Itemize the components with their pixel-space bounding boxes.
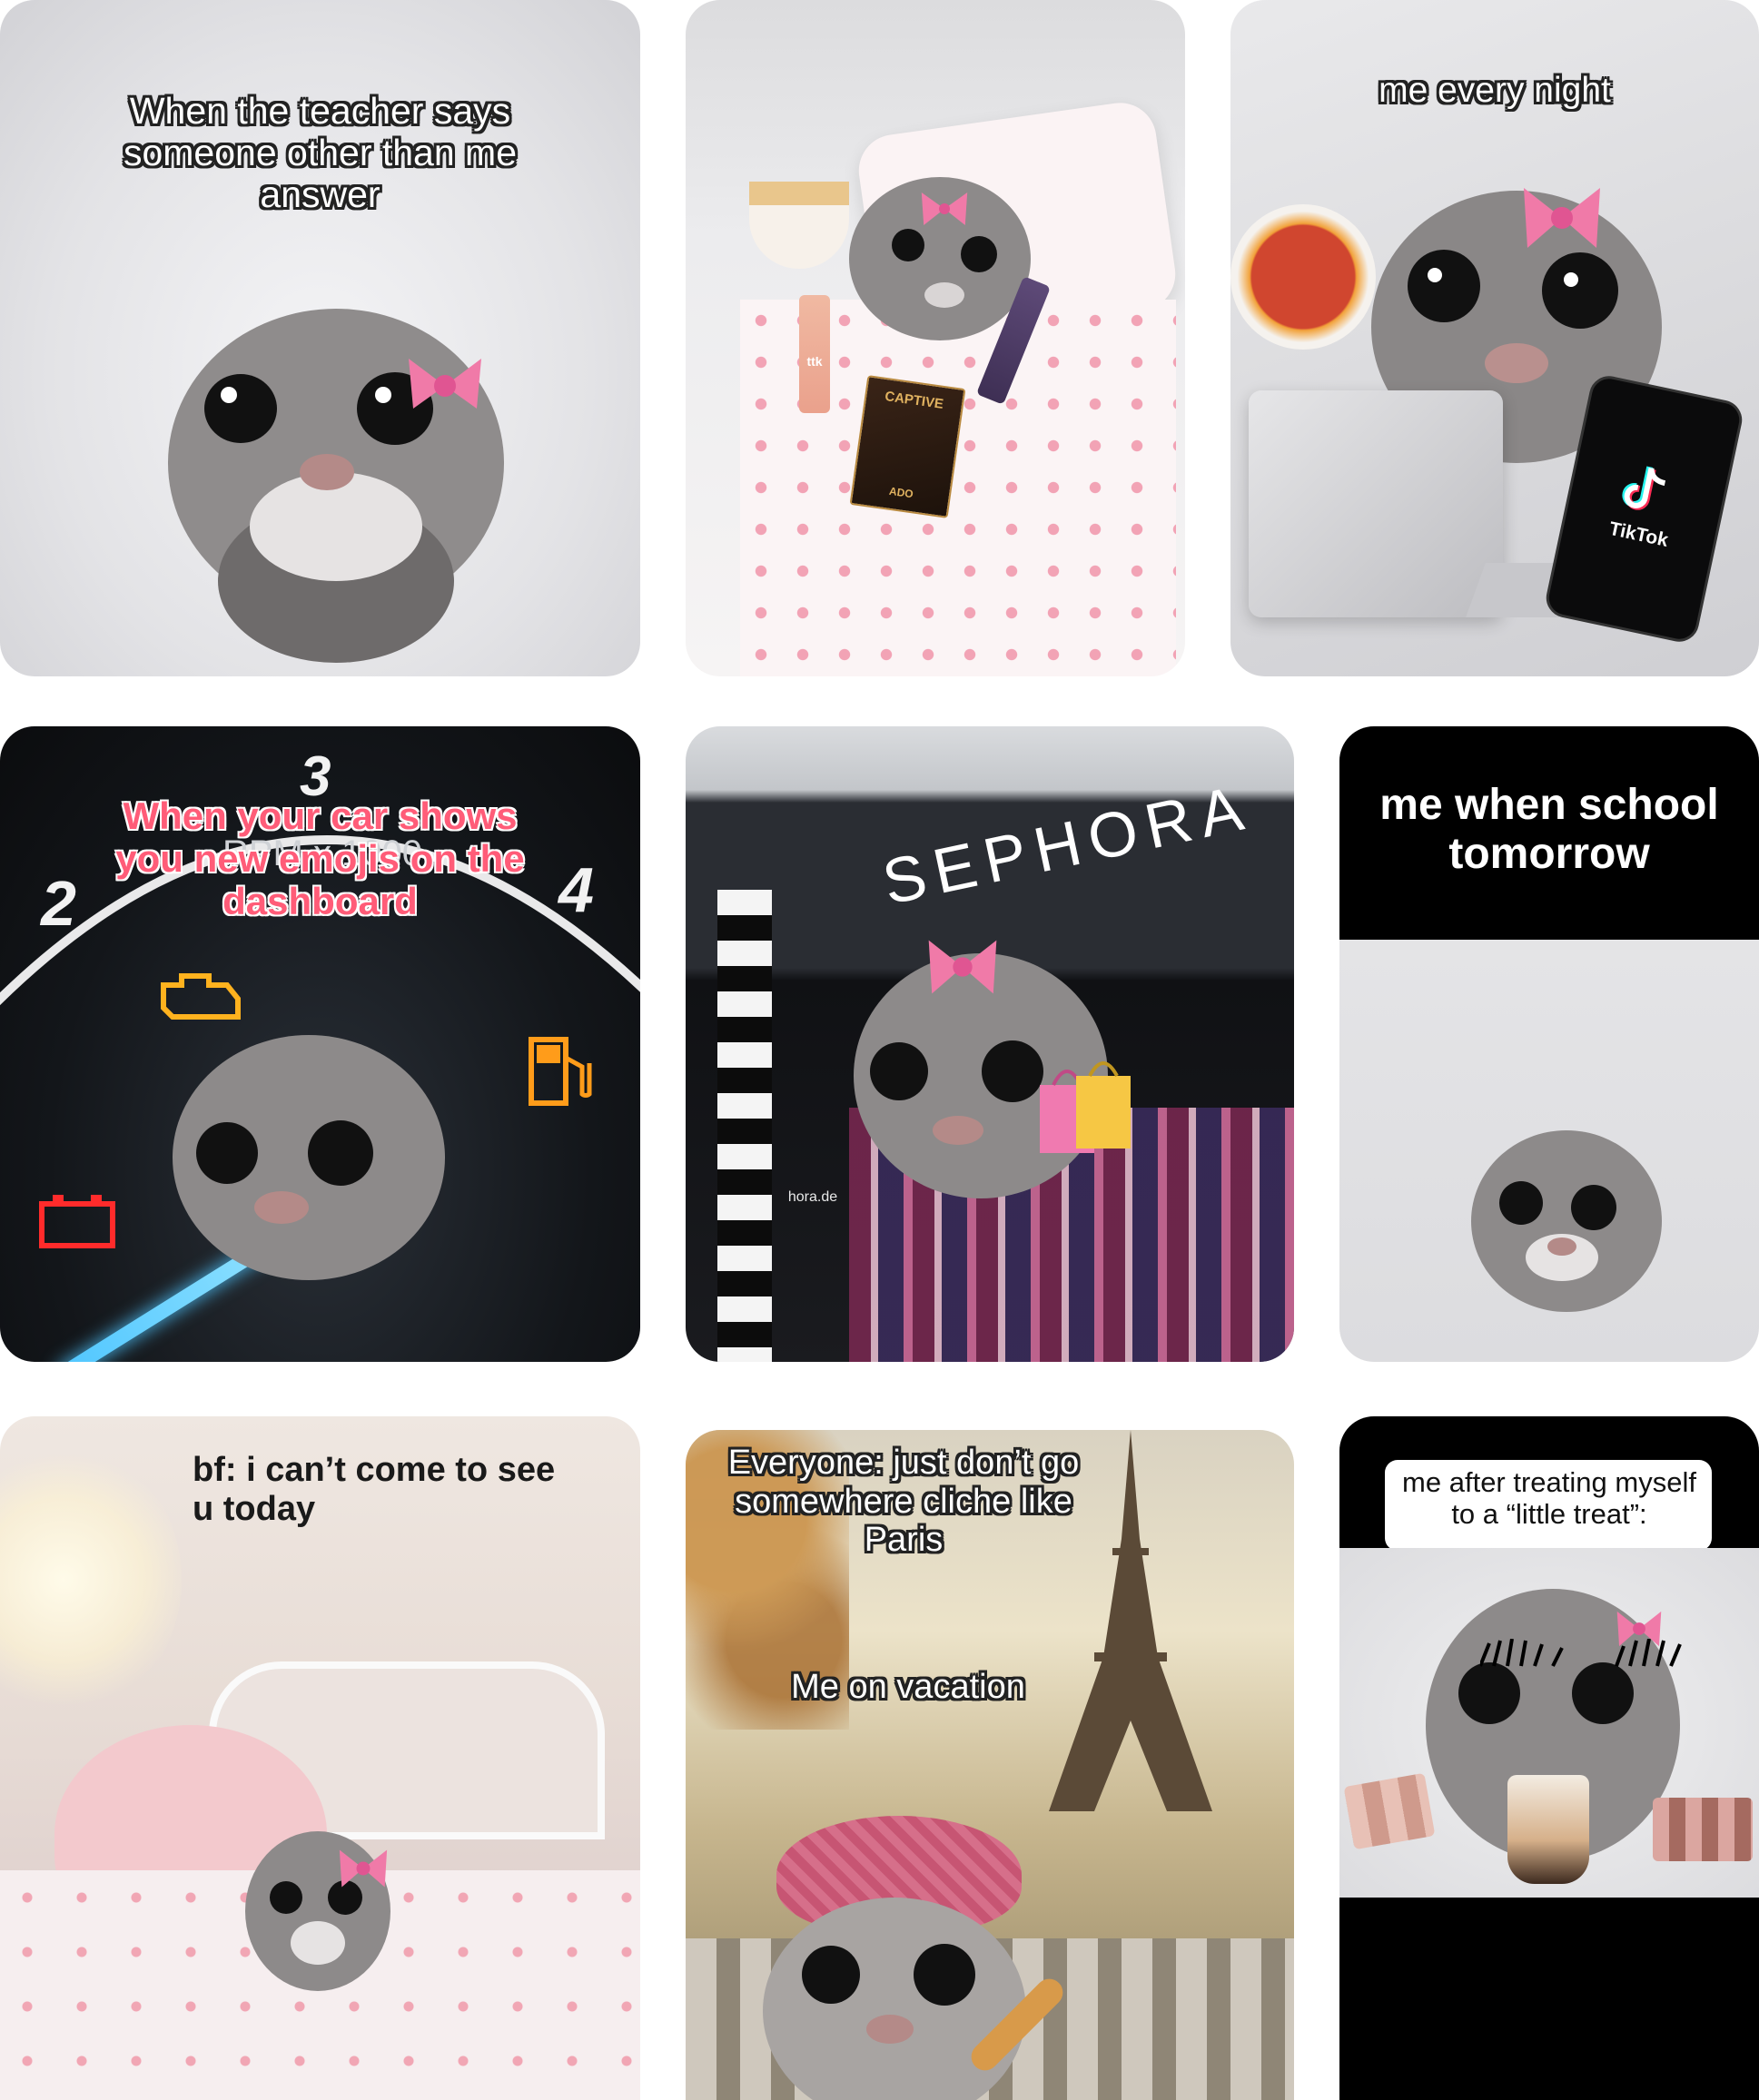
card-caption-top: Everyone: just don’t go somewhere cliche… [727,1444,1080,1560]
battery-icon [39,1195,115,1248]
fuel-icon [529,1037,592,1106]
book-cover: CAPTIVE ADO [849,375,966,518]
card-caption: me after treating myself to a “little tr… [1402,1466,1696,1530]
pasta-plate [1230,204,1376,350]
tiktok-logo-text: TikTok [1606,518,1671,551]
brand-label: ttk [806,354,823,369]
laptop-icon [1249,390,1503,617]
meme-card-bed[interactable]: ttk CAPTIVE ADO [686,0,1185,676]
hamster-image [173,1035,445,1280]
meme-card-every-night[interactable]: me every night TikTok [1230,0,1759,676]
card-caption: me when school tomorrow [1379,781,1719,878]
meme-card-school[interactable]: me when school tomorrow [1339,726,1759,1362]
tiktok-icon [1622,466,1666,510]
store-sign: SEPHORA [876,770,1258,919]
book-sub: ADO [888,484,914,501]
book-title: CAPTIVE [884,389,945,412]
meme-card-car[interactable]: 2 3 4 RPM x 1000 When your car shows you… [0,726,640,1362]
meme-card-bf[interactable]: bf: i can’t come to see u today [0,1416,640,2100]
card-caption: When your car shows you new emojis on th… [115,794,525,923]
popcorn-bowl [749,182,849,269]
pink-bow-icon [1616,1611,1662,1647]
pink-bow-icon [928,940,997,994]
pink-bow-icon [339,1849,388,1888]
meme-card-teacher[interactable]: When the teacher says someone other than… [0,0,640,676]
store-small-text: hora.de [787,1189,838,1205]
makeup-palette-right [1653,1798,1753,1861]
engine-warning-icon [161,973,241,1020]
pink-bow-icon [409,359,481,409]
card-caption: me every night [1379,71,1611,110]
meme-card-sephora[interactable]: SEPHORA hora.de [686,726,1294,1362]
stripe-column [717,890,772,1362]
meme-card-paris[interactable]: Everyone: just don’t go somewhere cliche… [686,1430,1294,2100]
shopping-bags-icon [1040,1061,1131,1153]
pink-bow-icon [1524,188,1600,248]
card-caption: When the teacher says someone other than… [123,90,518,215]
hamster-image [1471,1130,1662,1312]
lamp-glow [0,1444,182,1716]
card-caption-mid: Me on vacation [791,1668,1025,1706]
pink-bow-icon [921,192,968,225]
card-caption: bf: i can’t come to see u today [193,1451,556,1528]
hamster-image [168,309,504,663]
boba-tea-icon [1507,1775,1589,1884]
meme-card-treat[interactable]: me after treating myself to a “little tr… [1339,1416,1759,2100]
